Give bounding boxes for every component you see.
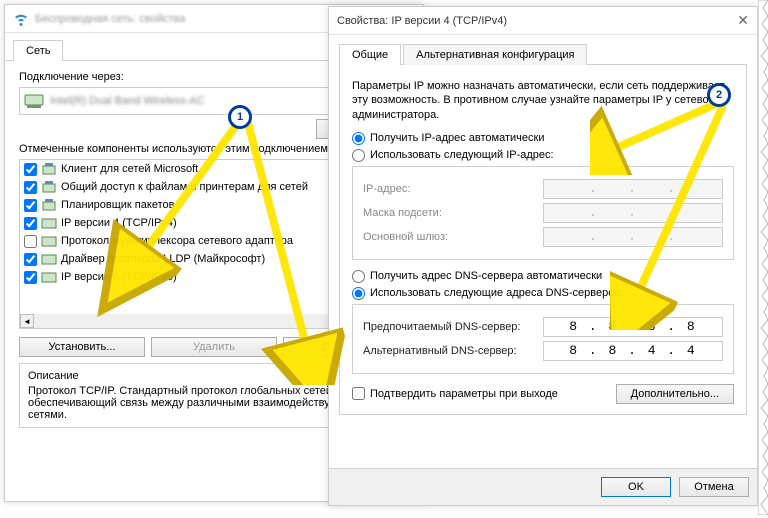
list-item-label: Драйвер протокола LLDP (Майкрософт) xyxy=(61,253,265,265)
list-item-label: Общий доступ к файлам и принтерам для се… xyxy=(61,181,308,193)
nic-icon xyxy=(41,198,57,212)
tab-network[interactable]: Сеть xyxy=(13,40,63,61)
validate-checkbox-row[interactable]: Подтвердить параметры при выходе xyxy=(352,387,558,400)
remove-button[interactable]: Удалить xyxy=(151,337,277,357)
titlebar-2: Свойства: IP версии 4 (TCP/IPv4) ✕ xyxy=(329,7,757,35)
gateway-field: . . . xyxy=(543,227,723,247)
ipv4-properties-window: Свойства: IP версии 4 (TCP/IPv4) ✕ Общие… xyxy=(328,6,758,506)
pref-dns-field[interactable]: 8 . 8 . 8 . 8 xyxy=(543,317,723,337)
nic-icon xyxy=(41,180,57,194)
list-item-label: Планировщик пакетов xyxy=(61,199,174,211)
annotation-marker-2: 2 xyxy=(707,83,731,107)
info-paragraph: Параметры IP можно назначать автоматичес… xyxy=(352,79,734,122)
alt-dns-field[interactable]: 8 . 8 . 4 . 4 xyxy=(543,341,723,361)
list-item-label: Клиент для сетей Microsoft xyxy=(61,163,198,175)
nic-icon xyxy=(41,234,57,248)
nic-icon xyxy=(41,252,57,266)
item-checkbox[interactable] xyxy=(24,271,37,284)
list-item-label: IP версии 6 (TCP/IPv6) xyxy=(61,271,177,283)
item-checkbox[interactable] xyxy=(24,163,37,176)
dns-group: Предпочитаемый DNS-сервер:8 . 8 . 8 . 8 … xyxy=(352,304,734,374)
list-item-label: Протокол мультиплексора сетевого адаптер… xyxy=(61,235,293,247)
scroll-left-icon[interactable]: ◄ xyxy=(20,314,34,328)
mask-label: Маска подсети: xyxy=(363,207,543,219)
dialog-footer: OK Отмена xyxy=(329,468,757,505)
nic-icon xyxy=(41,216,57,230)
alt-dns-label: Альтернативный DNS-сервер: xyxy=(363,345,543,357)
jagged-edge xyxy=(758,0,768,515)
tab-content: Параметры IP можно назначать автоматичес… xyxy=(339,65,747,415)
radio-auto-dns[interactable]: Получить адрес DNS-сервера автоматически xyxy=(352,270,734,283)
item-checkbox[interactable] xyxy=(24,235,37,248)
ip-address-field: . . . xyxy=(543,179,723,199)
ip-address-label: IP-адрес: xyxy=(363,183,543,195)
gateway-label: Основной шлюз: xyxy=(363,231,543,243)
tab-alt-config[interactable]: Альтернативная конфигурация xyxy=(403,44,587,65)
item-checkbox[interactable] xyxy=(24,199,37,212)
install-button[interactable]: Установить... xyxy=(19,337,145,357)
annotation-marker-1: 1 xyxy=(228,105,252,129)
radio-auto-ip[interactable]: Получить IP-адрес автоматически xyxy=(352,132,734,145)
list-item-label: IP версии 4 (TCP/IPv4) xyxy=(61,217,177,229)
radio-manual-ip[interactable]: Использовать следующий IP-адрес: xyxy=(352,149,734,162)
advanced-button[interactable]: Дополнительно... xyxy=(616,384,734,404)
window-title-1: Беспроводная сеть: свойства xyxy=(35,13,185,25)
window-title-2: Свойства: IP версии 4 (TCP/IPv4) xyxy=(337,15,507,27)
item-checkbox[interactable] xyxy=(24,253,37,266)
mask-field: . . . xyxy=(543,203,723,223)
tabs-2: Общие Альтернативная конфигурация xyxy=(339,43,747,65)
tab-general[interactable]: Общие xyxy=(339,44,401,65)
cancel-button[interactable]: Отмена xyxy=(679,477,749,497)
wifi-icon xyxy=(13,11,29,27)
pref-dns-label: Предпочитаемый DNS-сервер: xyxy=(363,321,543,333)
ip-group: IP-адрес:. . . Маска подсети:. . . Основ… xyxy=(352,166,734,260)
close-icon[interactable]: ✕ xyxy=(737,12,749,29)
item-checkbox[interactable] xyxy=(24,181,37,194)
item-checkbox[interactable] xyxy=(24,217,37,230)
radio-manual-dns[interactable]: Использовать следующие адреса DNS-сервер… xyxy=(352,287,734,300)
ok-button[interactable]: OK xyxy=(601,477,671,497)
nic-icon xyxy=(24,93,44,109)
nic-icon xyxy=(41,162,57,176)
adapter-name: Intel(R) Dual Band Wireless-AC xyxy=(50,95,205,107)
nic-icon xyxy=(41,270,57,284)
